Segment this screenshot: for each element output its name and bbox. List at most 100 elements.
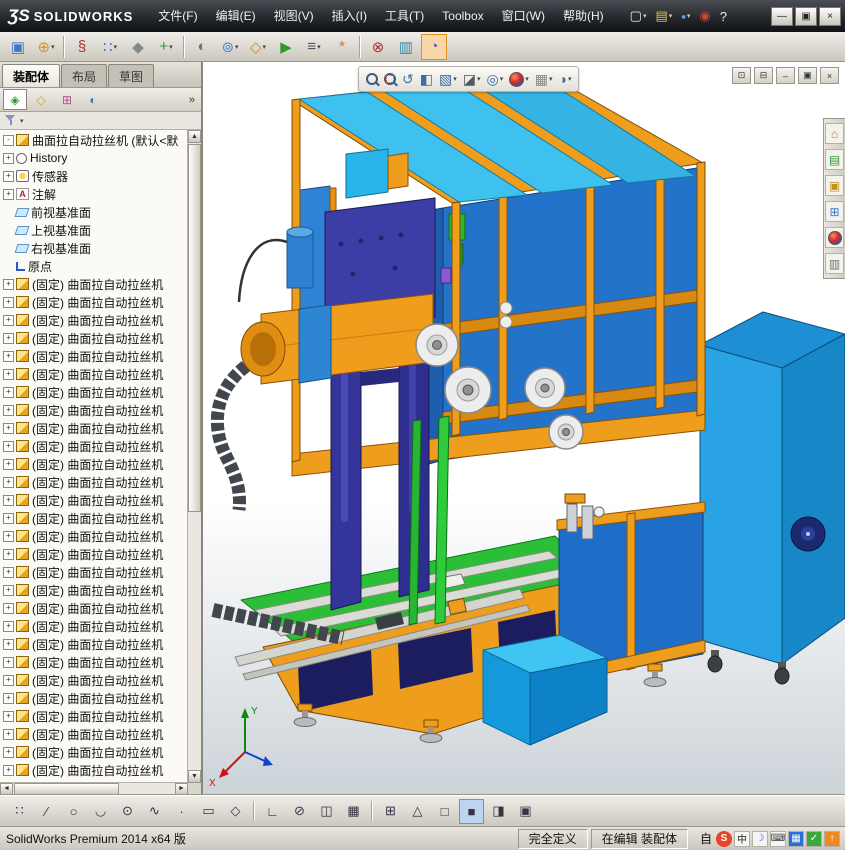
interference-detection-button[interactable]: ⊗ bbox=[365, 34, 391, 60]
edit-component-button[interactable]: ▣ bbox=[5, 34, 31, 60]
tree-item[interactable]: + (固定) 曲面拉自动拉丝机 bbox=[0, 509, 188, 527]
restore-button[interactable]: ▣ bbox=[795, 6, 817, 26]
split-view-button[interactable]: ▣ bbox=[513, 799, 538, 824]
tree-item[interactable]: + (固定) 曲面拉自动拉丝机 bbox=[0, 761, 188, 779]
tree-item[interactable]: 上视基准面 bbox=[0, 221, 188, 239]
tree-expander-icon[interactable]: + bbox=[3, 278, 14, 290]
tree-item[interactable]: 右视基准面 bbox=[0, 239, 188, 257]
close-button[interactable]: × bbox=[819, 6, 841, 26]
line-tool-button[interactable]: ∕ bbox=[34, 799, 59, 824]
tree-expander-icon[interactable]: + bbox=[3, 350, 14, 362]
assembly-features-button[interactable]: ⊚ ▾ bbox=[217, 34, 243, 60]
tree-item[interactable]: + (固定) 曲面拉自动拉丝机 bbox=[0, 671, 188, 689]
tree-item[interactable]: + (固定) 曲面拉自动拉丝机 bbox=[0, 653, 188, 671]
tree-expander-icon[interactable]: + bbox=[3, 152, 14, 164]
tree-item[interactable]: + History bbox=[0, 149, 188, 167]
tree-item[interactable]: + (固定) 曲面拉自动拉丝机 bbox=[0, 527, 188, 545]
tree-expander-icon[interactable]: + bbox=[3, 692, 14, 704]
help-button[interactable]: ? bbox=[717, 7, 730, 26]
tree-item[interactable]: + (固定) 曲面拉自动拉丝机 bbox=[0, 473, 188, 491]
performance-evaluation-button[interactable]: ◔ bbox=[421, 33, 447, 60]
spline-tool-button[interactable]: ∿ bbox=[142, 799, 167, 824]
tree-expander-icon[interactable]: + bbox=[3, 548, 14, 560]
tree-item[interactable]: + (固定) 曲面拉自动拉丝机 bbox=[0, 455, 188, 473]
quick-snaps-button[interactable]: ∷ bbox=[7, 799, 32, 824]
section-view-button[interactable]: ◧ bbox=[417, 70, 436, 89]
trim-tool-button[interactable]: ⊘ bbox=[287, 799, 312, 824]
ellipse-tool-button[interactable]: ⊙ bbox=[115, 799, 140, 824]
tree-expander-icon[interactable]: + bbox=[3, 440, 14, 452]
resources-tab-button[interactable]: ⌂ bbox=[825, 123, 844, 144]
tree-item[interactable]: - 曲面拉自动拉丝机 (默认<默 bbox=[0, 131, 188, 149]
tree-vertical-scrollbar[interactable]: ▲ ▼ bbox=[187, 130, 201, 783]
circle-tool-button[interactable]: ○ bbox=[61, 799, 86, 824]
tree-expander-icon[interactable]: + bbox=[3, 494, 14, 506]
viewport-restore-button[interactable]: ▣ bbox=[798, 67, 817, 84]
menu-item[interactable]: 文件(F) bbox=[149, 0, 206, 32]
tree-expander-icon[interactable]: + bbox=[3, 368, 14, 380]
show-hidden-components-button[interactable]: ◐ bbox=[189, 34, 215, 60]
viewport-minimize-button[interactable]: – bbox=[776, 67, 795, 84]
displaymanager-tab-button[interactable]: ◐ bbox=[81, 89, 105, 110]
tree-item[interactable]: + (固定) 曲面拉自动拉丝机 bbox=[0, 725, 188, 743]
appearances-tab-button[interactable] bbox=[825, 227, 844, 248]
zoom-area-button[interactable] bbox=[381, 72, 399, 86]
menu-item[interactable]: 视图(V) bbox=[265, 0, 323, 32]
open-document-button[interactable]: ▤ ▾ bbox=[652, 6, 675, 26]
menu-item[interactable]: 插入(I) bbox=[323, 0, 376, 32]
tree-item[interactable]: + (固定) 曲面拉自动拉丝机 bbox=[0, 293, 188, 311]
tree-expander-icon[interactable]: + bbox=[3, 386, 14, 398]
tree-item[interactable]: + (固定) 曲面拉自动拉丝机 bbox=[0, 635, 188, 653]
scroll-left-icon[interactable]: ◄ bbox=[0, 783, 13, 795]
move-component-button[interactable]: + ▾ bbox=[153, 34, 179, 60]
tree-item[interactable]: + (固定) 曲面拉自动拉丝机 bbox=[0, 365, 188, 383]
tree-expander-icon[interactable]: + bbox=[3, 314, 14, 326]
save-document-button[interactable]: ▪ ▾ bbox=[678, 7, 693, 26]
tree-item[interactable]: + (固定) 曲面拉自动拉丝机 bbox=[0, 311, 188, 329]
tree-expander-icon[interactable]: + bbox=[3, 458, 14, 470]
motion-study-button[interactable]: ▶ bbox=[273, 34, 299, 60]
mate-button[interactable]: § bbox=[69, 34, 95, 60]
tree-item[interactable]: + (固定) 曲面拉自动拉丝机 bbox=[0, 329, 188, 347]
viewport-split-button[interactable]: ⊟ bbox=[754, 67, 773, 84]
propertymanager-tab-button[interactable]: ◇ bbox=[29, 89, 53, 110]
tree-expander-icon[interactable]: + bbox=[3, 746, 14, 758]
minimize-button[interactable]: — bbox=[771, 6, 793, 26]
tree-item[interactable]: + (固定) 曲面拉自动拉丝机 bbox=[0, 743, 188, 761]
tree-item[interactable]: + (固定) 曲面拉自动拉丝机 bbox=[0, 689, 188, 707]
zoom-fit-button[interactable] bbox=[363, 72, 381, 86]
tree-expander-icon[interactable]: - bbox=[3, 134, 14, 146]
rectangle-tool-button[interactable]: ▭ bbox=[196, 799, 221, 824]
wireframe-view-button[interactable]: □ bbox=[432, 799, 457, 824]
point-tool-button[interactable]: · bbox=[169, 799, 194, 824]
tree-item[interactable]: + (固定) 曲面拉自动拉丝机 bbox=[0, 491, 188, 509]
tree-item[interactable]: 原点 bbox=[0, 257, 188, 275]
mirror-tool-button[interactable]: ◫ bbox=[314, 799, 339, 824]
file-explorer-tab-button[interactable]: ▣ bbox=[825, 175, 844, 196]
view-settings-button[interactable]: ◑ ▾ bbox=[555, 70, 574, 88]
menu-item[interactable]: 窗口(W) bbox=[493, 0, 554, 32]
tree-item[interactable]: + (固定) 曲面拉自动拉丝机 bbox=[0, 401, 188, 419]
tree-expander-icon[interactable]: + bbox=[3, 674, 14, 686]
tree-expander-icon[interactable]: + bbox=[3, 638, 14, 650]
view-palette-tab-button[interactable]: ⊞ bbox=[825, 201, 844, 222]
exploded-view-button[interactable]: * bbox=[329, 34, 355, 60]
configurationmanager-tab-button[interactable]: ⊞ bbox=[55, 89, 79, 110]
tree-expander-icon[interactable]: + bbox=[3, 602, 14, 614]
ime-lang-icon[interactable]: 中 bbox=[734, 830, 750, 847]
tree-expander-icon[interactable]: + bbox=[3, 656, 14, 668]
scrollbar-thumb[interactable] bbox=[188, 144, 201, 512]
scrollbar-thumb[interactable] bbox=[14, 783, 120, 795]
custom-properties-tab-button[interactable]: ▥ bbox=[825, 253, 844, 274]
tree-item[interactable]: + (固定) 曲面拉自动拉丝机 bbox=[0, 347, 188, 365]
tray-display-icon[interactable]: ▦ bbox=[788, 830, 804, 847]
bom-button[interactable]: ≡ ▾ bbox=[301, 34, 327, 60]
options-button[interactable]: ◉ bbox=[696, 6, 713, 26]
tree-expander-icon[interactable]: + bbox=[3, 422, 14, 434]
tree-expander-icon[interactable]: + bbox=[3, 566, 14, 578]
scroll-down-icon[interactable]: ▼ bbox=[188, 770, 201, 783]
previous-view-button[interactable]: ↺ bbox=[399, 70, 417, 89]
machine-3d-model[interactable]: Y X bbox=[203, 62, 845, 795]
tree-expander-icon[interactable]: + bbox=[3, 188, 14, 200]
instant3d-button[interactable]: △ bbox=[405, 799, 430, 824]
